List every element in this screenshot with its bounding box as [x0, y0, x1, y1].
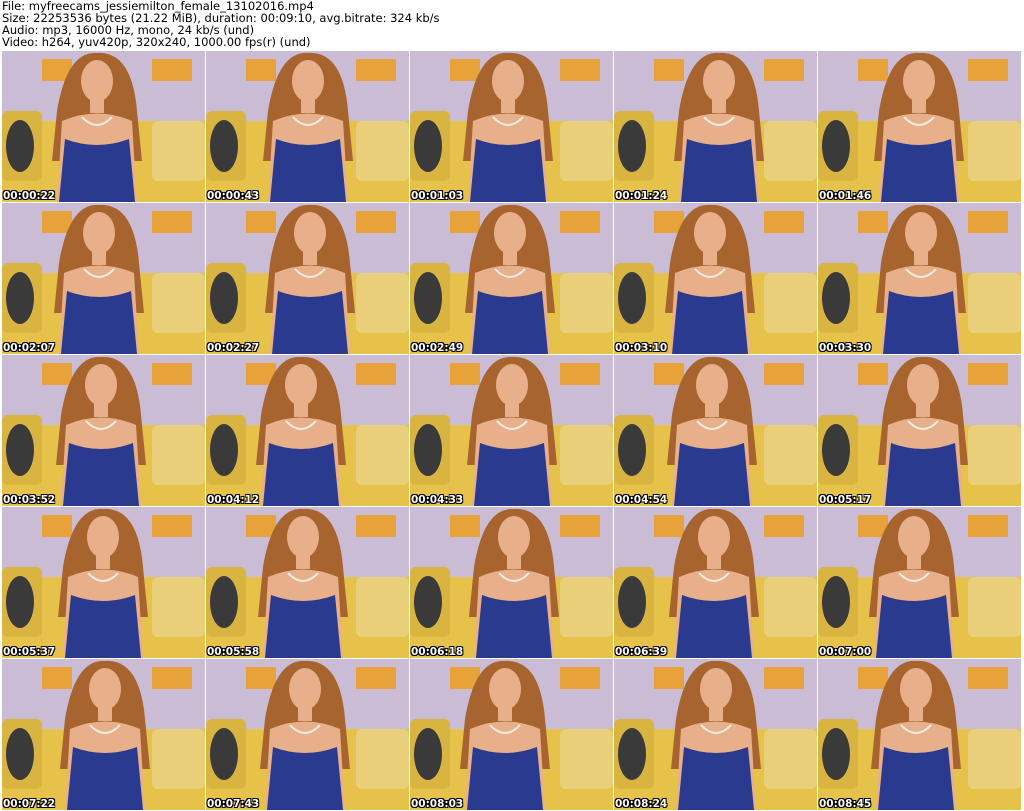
video-thumbnail: 00:03:10	[614, 203, 817, 354]
video-thumbnail: 00:08:03	[410, 659, 613, 810]
timestamp-label: 00:07:00	[819, 646, 872, 658]
timestamp-label: 00:06:18	[411, 646, 464, 658]
timestamp-label: 00:08:03	[411, 798, 464, 810]
timestamp-label: 00:05:37	[3, 646, 56, 658]
timestamp-label: 00:00:22	[3, 190, 56, 202]
frame-image	[614, 659, 817, 810]
frame-image	[614, 355, 817, 506]
video-thumbnail: 00:05:37	[2, 507, 205, 658]
video-thumbnail: 00:07:00	[818, 507, 1021, 658]
video-thumbnail: 00:06:18	[410, 507, 613, 658]
timestamp-label: 00:02:27	[207, 342, 260, 354]
timestamp-label: 00:05:58	[207, 646, 260, 658]
frame-image	[410, 203, 613, 354]
video-thumbnail: 00:01:03	[410, 51, 613, 202]
video-thumbnail: 00:01:46	[818, 51, 1021, 202]
video-thumbnail: 00:02:27	[206, 203, 409, 354]
video-thumbnail: 00:05:58	[206, 507, 409, 658]
timestamp-label: 00:02:07	[3, 342, 56, 354]
thumbnail-grid: 00:00:22 00:00:43 00:01:03 00:01:24 00:01:46…	[2, 51, 1022, 811]
video-thumbnail: 00:00:22	[2, 51, 205, 202]
timestamp-label: 00:07:43	[207, 798, 260, 810]
timestamp-label: 00:03:10	[615, 342, 668, 354]
video-thumbnail: 00:04:12	[206, 355, 409, 506]
frame-image	[2, 659, 205, 810]
video-thumbnail: 00:00:43	[206, 51, 409, 202]
timestamp-label: 00:06:39	[615, 646, 668, 658]
timestamp-label: 00:00:43	[207, 190, 260, 202]
frame-image	[614, 507, 817, 658]
timestamp-label: 00:03:30	[819, 342, 872, 354]
video-thumbnail: 00:08:45	[818, 659, 1021, 810]
timestamp-label: 00:05:17	[819, 494, 872, 506]
video-thumbnail: 00:04:33	[410, 355, 613, 506]
frame-image	[614, 51, 817, 202]
timestamp-label: 00:08:24	[615, 798, 668, 810]
timestamp-label: 00:07:22	[3, 798, 56, 810]
frame-image	[410, 355, 613, 506]
frame-image	[614, 203, 817, 354]
video-thumbnail: 00:05:17	[818, 355, 1021, 506]
video-info-line: Video: h264, yuv420p, 320x240, 1000.00 f…	[2, 35, 311, 49]
frame-image	[818, 355, 1021, 506]
timestamp-label: 00:02:49	[411, 342, 464, 354]
timestamp-label: 00:03:52	[3, 494, 56, 506]
frame-image	[410, 659, 613, 810]
video-thumbnail: 00:03:52	[2, 355, 205, 506]
frame-image	[818, 51, 1021, 202]
video-thumbnail: 00:07:43	[206, 659, 409, 810]
frame-image	[818, 507, 1021, 658]
frame-image	[206, 203, 409, 354]
frame-image	[818, 659, 1021, 810]
frame-image	[206, 51, 409, 202]
timestamp-label: 00:01:03	[411, 190, 464, 202]
video-thumbnail: 00:08:24	[614, 659, 817, 810]
video-thumbnail: 00:04:54	[614, 355, 817, 506]
video-thumbnail: 00:01:24	[614, 51, 817, 202]
video-thumbnail: 00:07:22	[2, 659, 205, 810]
frame-image	[410, 507, 613, 658]
frame-image	[818, 203, 1021, 354]
frame-image	[410, 51, 613, 202]
timestamp-label: 00:01:46	[819, 190, 872, 202]
video-thumbnail: 00:02:07	[2, 203, 205, 354]
file-info-header: File: myfreecams_jessiemilton_female_131…	[2, 0, 1022, 50]
frame-image	[2, 507, 205, 658]
video-thumbnail: 00:03:30	[818, 203, 1021, 354]
frame-image	[206, 507, 409, 658]
video-thumbnail: 00:06:39	[614, 507, 817, 658]
timestamp-label: 00:04:12	[207, 494, 260, 506]
timestamp-label: 00:04:54	[615, 494, 668, 506]
timestamp-label: 00:04:33	[411, 494, 464, 506]
frame-image	[2, 203, 205, 354]
frame-image	[206, 355, 409, 506]
timestamp-label: 00:08:45	[819, 798, 872, 810]
timestamp-label: 00:01:24	[615, 190, 668, 202]
video-thumbnail: 00:02:49	[410, 203, 613, 354]
frame-image	[2, 355, 205, 506]
frame-image	[206, 659, 409, 810]
frame-image	[2, 51, 205, 202]
